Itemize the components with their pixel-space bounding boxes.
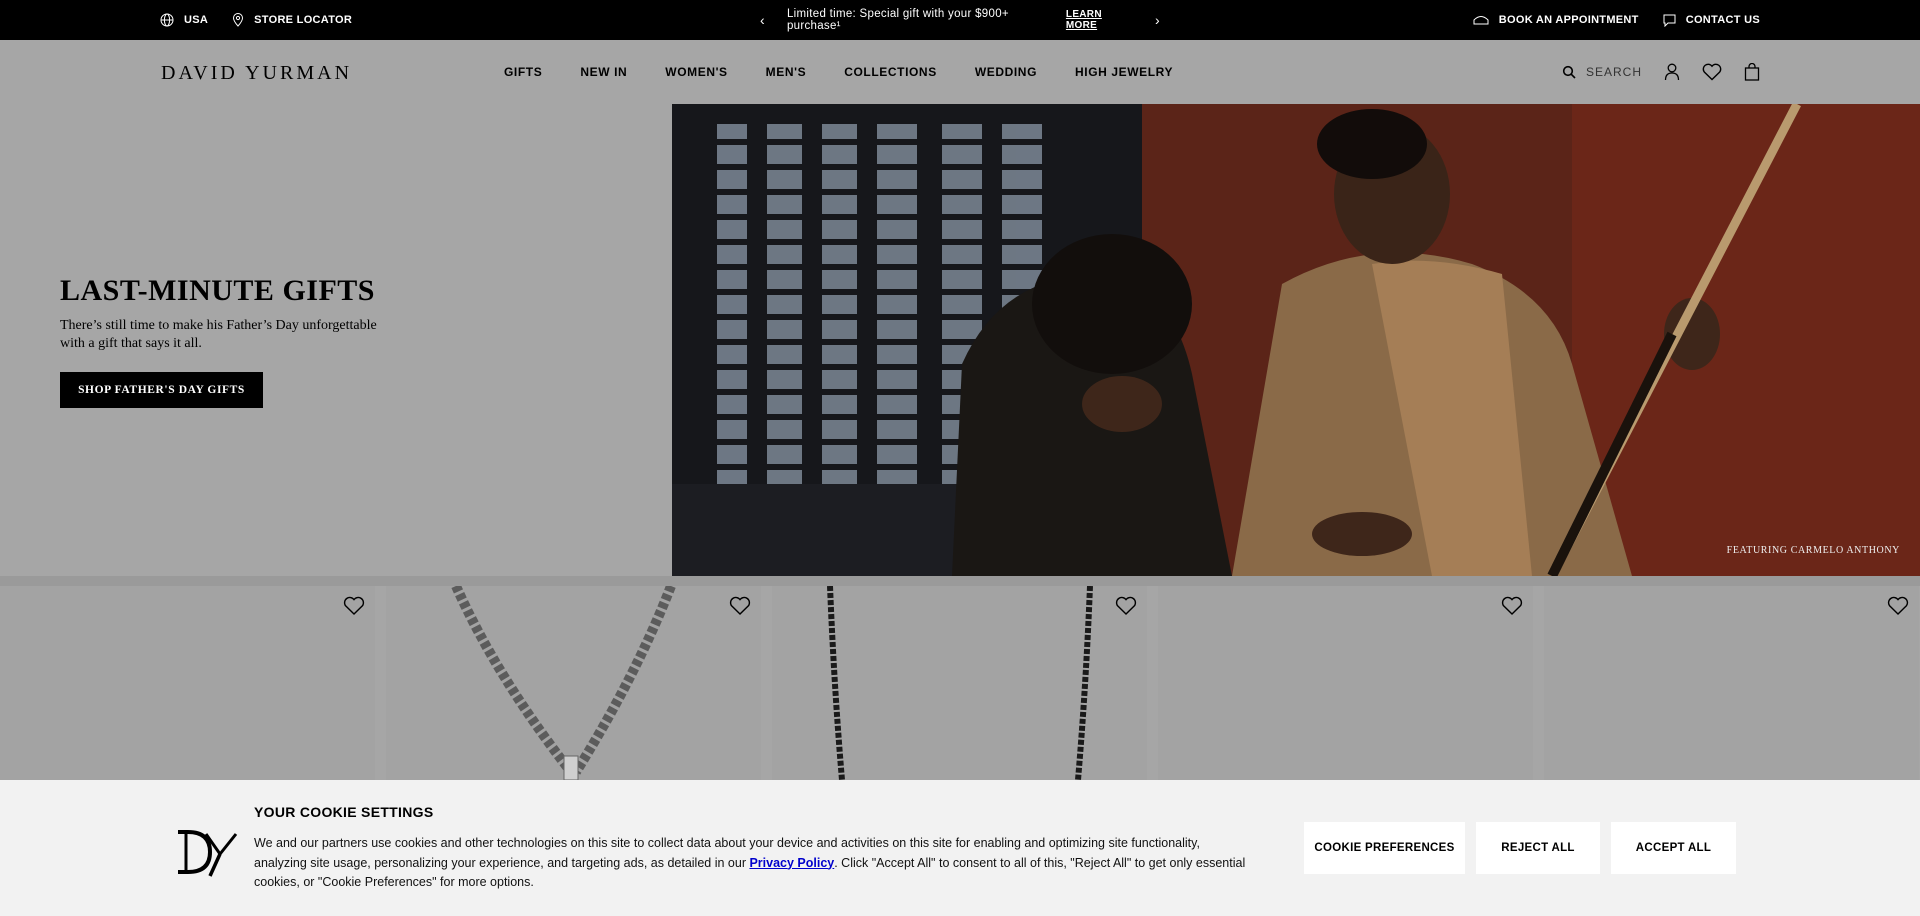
book-appointment-label: BOOK AN APPOINTMENT xyxy=(1498,14,1639,26)
main-nav: GIFTS NEW IN WOMEN'S MEN'S COLLECTIONS W… xyxy=(504,40,1173,104)
nav-high-jewelry[interactable]: HIGH JEWELRY xyxy=(1075,65,1173,79)
product-card[interactable] xyxy=(386,586,761,780)
accept-all-button[interactable]: ACCEPT ALL xyxy=(1611,822,1736,874)
promo-prev-chevron-icon[interactable]: ‹ xyxy=(750,12,775,28)
black-chain-image xyxy=(827,586,1093,780)
top-bar: USA STORE LOCATOR ‹ Limited time: Specia… xyxy=(0,0,1920,40)
product-card[interactable] xyxy=(772,586,1147,780)
shopping-bag-icon[interactable] xyxy=(1744,63,1760,81)
product-card[interactable] xyxy=(1158,586,1533,780)
nav-wedding[interactable]: WEDDING xyxy=(975,65,1037,79)
promo-text: Limited time: Special gift with your $90… xyxy=(786,8,1009,32)
appointment-icon xyxy=(1473,16,1489,25)
product-card[interactable] xyxy=(0,586,375,780)
shop-fathers-day-button[interactable]: SHOP FATHER'S DAY GIFTS xyxy=(60,372,263,408)
reject-all-button[interactable]: REJECT ALL xyxy=(1476,822,1600,874)
nav-new-in[interactable]: NEW IN xyxy=(580,65,627,79)
site-header: DAVID YURMAN GIFTS NEW IN WOMEN'S MEN'S … xyxy=(0,40,1920,104)
section-divider xyxy=(0,576,1920,586)
search-icon xyxy=(1562,65,1576,79)
cookie-banner: YOUR COOKIE SETTINGS We and our partners… xyxy=(0,780,1920,916)
cookie-preferences-button[interactable]: COOKIE PREFERENCES xyxy=(1304,822,1465,874)
hero-title: LAST-MINUTE GIFTS xyxy=(60,274,375,307)
chain-necklace-image xyxy=(451,586,676,780)
nav-collections[interactable]: COLLECTIONS xyxy=(844,65,937,79)
store-locator-link[interactable]: STORE LOCATOR xyxy=(232,13,352,27)
account-icon[interactable] xyxy=(1664,63,1680,81)
search-button[interactable]: SEARCH xyxy=(1562,65,1642,79)
contact-us-link[interactable]: CONTACT US xyxy=(1663,14,1760,27)
globe-icon xyxy=(160,13,174,27)
promo-banner: ‹ Limited time: Special gift with your $… xyxy=(750,0,1170,40)
wishlist-heart-icon[interactable] xyxy=(1702,63,1722,81)
hero-image[interactable]: FEATURING CARMELO ANTHONY xyxy=(672,104,1920,576)
product-grid xyxy=(0,586,1920,780)
search-label: SEARCH xyxy=(1585,65,1642,79)
wishlist-heart-icon[interactable] xyxy=(1501,596,1523,616)
wishlist-heart-icon[interactable] xyxy=(1115,596,1137,616)
hero-panel: LAST-MINUTE GIFTS There’s still time to … xyxy=(0,104,672,576)
country-label: USA xyxy=(184,14,209,26)
store-locator-label: STORE LOCATOR xyxy=(254,14,353,26)
cookie-title: YOUR COOKIE SETTINGS xyxy=(254,804,434,820)
hero-photo xyxy=(672,104,1920,576)
country-selector[interactable]: USA xyxy=(160,13,208,27)
hero-subtitle: There’s still time to make his Father’s … xyxy=(60,318,377,351)
nav-mens[interactable]: MEN'S xyxy=(766,65,807,79)
promo-next-chevron-icon[interactable]: › xyxy=(1145,12,1170,28)
location-pin-icon xyxy=(233,13,244,27)
brand-logo[interactable]: DAVID YURMAN xyxy=(161,62,352,85)
nav-gifts[interactable]: GIFTS xyxy=(504,65,542,79)
product-card[interactable] xyxy=(1544,586,1919,780)
contact-us-label: CONTACT US xyxy=(1685,14,1760,26)
wishlist-heart-icon[interactable] xyxy=(1887,596,1909,616)
wishlist-heart-icon[interactable] xyxy=(729,596,751,616)
wishlist-heart-icon[interactable] xyxy=(343,596,365,616)
chat-icon xyxy=(1663,14,1676,27)
book-appointment-link[interactable]: BOOK AN APPOINTMENT xyxy=(1473,14,1639,26)
cookie-text: We and our partners use cookies and othe… xyxy=(254,834,1254,893)
nav-womens[interactable]: WOMEN'S xyxy=(665,65,727,79)
hero-caption: FEATURING CARMELO ANTHONY xyxy=(1726,545,1900,556)
privacy-policy-link[interactable]: Privacy Policy xyxy=(749,856,834,870)
dy-monogram-logo xyxy=(178,830,238,877)
learn-more-link[interactable]: LEARN MORE xyxy=(1066,9,1133,31)
